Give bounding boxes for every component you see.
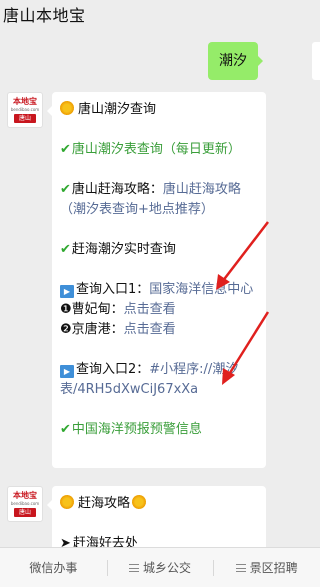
sun-icon: [132, 495, 147, 509]
bottom-menu-bar: 微信办事 城乡公交 景区招聘: [0, 547, 320, 587]
sun-icon: [60, 495, 74, 509]
realtime-tide-heading: ✔赶海潮汐实时查询: [60, 242, 176, 257]
outgoing-message-text: 潮汐: [219, 53, 247, 69]
beach-guide-item: ✔唐山赶海攻略：唐山赶海攻略（潮汐表查询+地点推荐）: [60, 182, 241, 217]
user-avatar[interactable]: [312, 42, 320, 80]
menu-label: 城乡公交: [143, 561, 192, 575]
check-icon: ✔: [60, 422, 71, 437]
menu-urban-rural-bus[interactable]: 城乡公交: [106, 548, 214, 587]
query-entry-1: ▶ 查询入口1：国家海洋信息中心: [60, 280, 258, 300]
outgoing-message-bubble[interactable]: 潮汐: [208, 42, 263, 80]
avatar-logo-text: 本地宝: [13, 97, 37, 106]
tide-table-link[interactable]: ✔唐山潮汐表查询（每日更新）: [60, 140, 258, 160]
chat-title: 唐山本地宝: [3, 6, 86, 25]
avatar-logo-url: bendibao.com: [10, 501, 40, 506]
check-icon: ✔: [60, 182, 71, 197]
number-two-icon: ❷: [60, 322, 72, 337]
avatar-logo-text: 本地宝: [13, 491, 37, 500]
caofeidian-item: ❶曹妃甸：点击查看: [60, 302, 176, 317]
caofeidian-view-link[interactable]: 点击查看: [124, 302, 176, 317]
avatar-logo-city: 唐山: [14, 114, 36, 123]
bot-avatar[interactable]: 本地宝 bendibao.com 唐山: [7, 92, 43, 128]
bot-avatar[interactable]: 本地宝 bendibao.com 唐山: [7, 486, 43, 522]
ocean-forecast-link[interactable]: ✔中国海洋预报预警信息: [60, 420, 258, 440]
menu-wechat-services[interactable]: 微信办事: [0, 548, 107, 587]
play-icon: ▶: [60, 285, 74, 298]
menu-label: 景区招聘: [249, 561, 298, 575]
menu-icon: [235, 564, 246, 572]
message-card-tide-query: 唐山潮汐查询 ✔唐山潮汐表查询（每日更新） ✔唐山赶海攻略：唐山赶海攻略（潮汐表…: [47, 92, 266, 468]
check-icon: ✔: [60, 242, 71, 257]
chat-header: 唐山本地宝: [0, 0, 320, 30]
card-title: 唐山潮汐查询: [60, 100, 258, 120]
menu-label: 微信办事: [29, 561, 78, 575]
number-one-icon: ❶: [60, 302, 72, 317]
play-icon: ▶: [60, 365, 74, 378]
message-card-beach-guide: 赶海攻略 ➤ 赶海好去处: [47, 486, 266, 556]
jingtang-view-link[interactable]: 点击查看: [124, 322, 176, 337]
outgoing-message-row: 潮汐: [0, 42, 320, 82]
menu-scenic-jobs[interactable]: 景区招聘: [213, 548, 320, 587]
jingtang-port-item: ❷京唐港：点击查看: [60, 322, 176, 337]
sun-icon: [60, 101, 74, 115]
query-entry-2: ▶ 查询入口2：#小程序://潮汐表/4RH5dXwCiJ67xXa: [60, 362, 239, 397]
card-title: 赶海攻略: [60, 494, 258, 514]
national-ocean-center-link[interactable]: 国家海洋信息中心: [149, 282, 253, 297]
avatar-logo-url: bendibao.com: [10, 107, 40, 112]
avatar-logo-city: 唐山: [14, 508, 36, 517]
menu-icon: [129, 564, 139, 572]
check-icon: ✔: [60, 142, 71, 157]
